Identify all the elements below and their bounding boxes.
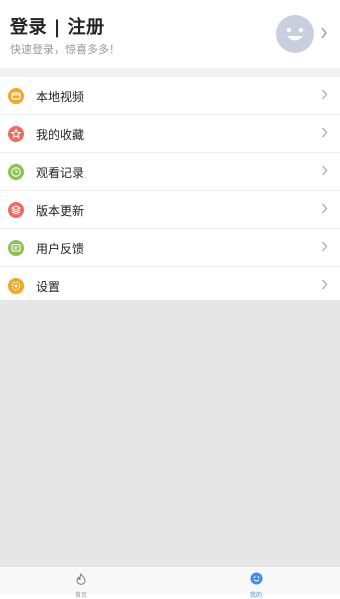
menu-item-feedback[interactable]: 用户反馈 <box>0 229 340 267</box>
section-divider <box>0 68 340 77</box>
chevron-right-icon[interactable] <box>320 27 328 39</box>
avatar[interactable] <box>276 15 314 53</box>
layers-icon <box>8 202 24 218</box>
chevron-right-icon <box>322 241 328 252</box>
menu-item-settings[interactable]: 设置 <box>0 267 340 304</box>
star-icon <box>8 126 24 142</box>
menu-item-label: 设置 <box>36 280 61 294</box>
folder-icon <box>8 88 24 104</box>
menu-item-version-update[interactable]: 版本更新 <box>0 191 340 229</box>
tab-home[interactable]: 首页 <box>51 570 111 599</box>
message-icon <box>8 240 24 256</box>
profile-header[interactable]: 登录 | 注册 快速登录，惊喜多多！ <box>0 0 340 68</box>
tab-label: 首页 <box>74 592 87 599</box>
menu-item-label: 版本更新 <box>36 204 85 218</box>
chevron-right-icon <box>322 203 328 214</box>
chevron-right-icon <box>322 89 328 100</box>
bottom-tab-bar: 首页 我的 <box>0 566 340 599</box>
tab-label: 我的 <box>249 592 262 599</box>
menu-item-label: 我的收藏 <box>36 128 85 142</box>
gear-icon <box>8 278 24 294</box>
smile-face-icon <box>286 27 304 41</box>
tab-mine[interactable]: 我的 <box>226 570 286 599</box>
chevron-right-icon <box>322 127 328 138</box>
menu-item-label: 观看记录 <box>36 166 85 180</box>
chevron-right-icon <box>322 165 328 176</box>
menu-item-local-video[interactable]: 本地视频 <box>0 77 340 115</box>
login-subtitle: 快速登录，惊喜多多！ <box>10 43 120 56</box>
menu-item-history[interactable]: 观看记录 <box>0 153 340 191</box>
menu-list: 本地视频 我的收藏 观看记录 版本更新 用户反馈 设置 <box>0 77 340 304</box>
clock-icon <box>8 164 24 180</box>
chevron-right-icon <box>322 279 328 290</box>
login-register-title[interactable]: 登录 | 注册 <box>10 13 105 39</box>
smile-icon <box>250 572 262 585</box>
menu-item-label: 本地视频 <box>36 90 85 104</box>
menu-item-favorites[interactable]: 我的收藏 <box>0 115 340 153</box>
empty-content-area <box>0 300 340 566</box>
flame-icon <box>76 572 86 585</box>
menu-item-label: 用户反馈 <box>36 242 85 256</box>
